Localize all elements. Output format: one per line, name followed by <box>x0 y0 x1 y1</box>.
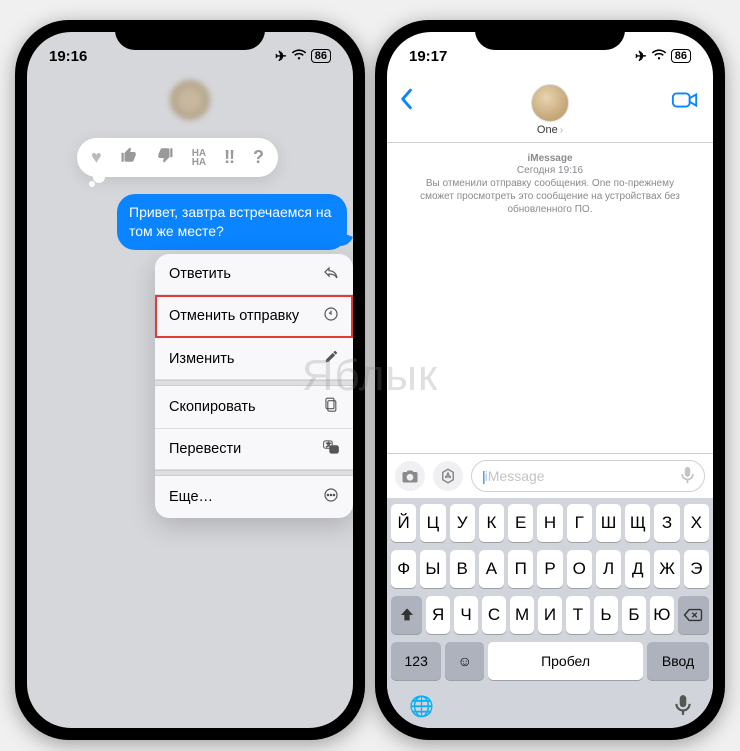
svg-text:文: 文 <box>326 441 331 448</box>
clock: 19:16 <box>49 48 87 65</box>
key-Д[interactable]: Д <box>625 550 650 588</box>
key-backspace[interactable] <box>678 596 709 634</box>
key-Р[interactable]: Р <box>537 550 562 588</box>
menu-copy[interactable]: Скопировать <box>155 386 353 429</box>
system-label: iMessage <box>411 153 689 164</box>
wifi-icon <box>291 48 307 64</box>
clock: 19:17 <box>409 48 447 65</box>
key-С[interactable]: С <box>482 596 506 634</box>
menu-reply[interactable]: Ответить <box>155 254 353 295</box>
message-input-bar: | iMessage <box>387 453 713 498</box>
key-Ь[interactable]: Ь <box>594 596 618 634</box>
key-Т[interactable]: Т <box>566 596 590 634</box>
key-Б[interactable]: Б <box>622 596 646 634</box>
chevron-right-icon: › <box>560 125 563 136</box>
menu-undo-send[interactable]: Отменить отправку <box>155 295 353 338</box>
key-123[interactable]: 123 <box>391 642 441 680</box>
airplane-icon: ✈︎ <box>275 48 287 65</box>
key-К[interactable]: К <box>479 504 504 542</box>
tapback-thumbsdown-icon[interactable] <box>156 146 174 169</box>
key-О[interactable]: О <box>567 550 592 588</box>
notch <box>475 20 625 50</box>
tapback-haha-icon[interactable]: HAHA <box>192 149 206 167</box>
tapback-thumbsup-icon[interactable] <box>120 146 138 169</box>
tapback-exclaim-icon[interactable]: ‼︎ <box>224 147 235 168</box>
airplane-icon: ✈︎ <box>635 48 647 65</box>
key-У[interactable]: У <box>450 504 475 542</box>
conversation-header: One › <box>387 80 713 143</box>
key-Щ[interactable]: Щ <box>625 504 650 542</box>
more-icon <box>323 487 339 507</box>
key-space[interactable]: Пробел <box>488 642 643 680</box>
key-shift[interactable] <box>391 596 422 634</box>
key-Л[interactable]: Л <box>596 550 621 588</box>
wifi-icon <box>651 48 667 64</box>
key-З[interactable]: З <box>654 504 679 542</box>
keyboard: ЙЦУКЕНГШЩЗХ ФЫВАПРОЛДЖЭ ЯЧСМИТЬБЮ 123 ☺ … <box>387 498 713 728</box>
tapback-question-icon[interactable]: ? <box>253 147 264 168</box>
tapback-bar: ♥ HAHA ‼︎ ? <box>77 138 278 177</box>
key-В[interactable]: В <box>450 550 475 588</box>
back-button[interactable] <box>399 88 413 117</box>
key-Й[interactable]: Й <box>391 504 416 542</box>
system-unsend-notice: Вы отменили отправку сообщения. One по-п… <box>411 177 689 216</box>
key-dictation[interactable] <box>675 694 691 722</box>
key-Ч[interactable]: Ч <box>454 596 478 634</box>
sent-message-bubble[interactable]: Привет, завтра встречаемся на том же мес… <box>117 194 347 250</box>
key-Ц[interactable]: Ц <box>420 504 445 542</box>
mic-icon[interactable] <box>681 466 694 487</box>
key-Х[interactable]: Х <box>684 504 709 542</box>
phone-left: 19:16 ✈︎ 86 ♥ <box>15 20 365 740</box>
key-Ж[interactable]: Ж <box>654 550 679 588</box>
key-А[interactable]: А <box>479 550 504 588</box>
reply-icon <box>323 265 339 283</box>
key-Е[interactable]: Е <box>508 504 533 542</box>
copy-icon <box>324 397 339 417</box>
message-thread[interactable]: iMessage Сегодня 19:16 Вы отменили отпра… <box>387 143 713 453</box>
message-text: Привет, завтра встречаемся на том же мес… <box>129 204 331 239</box>
facetime-button[interactable] <box>671 90 699 115</box>
key-Э[interactable]: Э <box>684 550 709 588</box>
contact-avatar-blurred <box>170 80 210 120</box>
tapback-heart-icon[interactable]: ♥ <box>91 147 102 168</box>
battery-indicator: 86 <box>671 49 691 63</box>
camera-button[interactable] <box>395 461 425 491</box>
key-Ю[interactable]: Ю <box>650 596 674 634</box>
key-Я[interactable]: Я <box>426 596 450 634</box>
system-timestamp: Сегодня 19:16 <box>411 165 689 176</box>
key-enter[interactable]: Ввод <box>647 642 709 680</box>
context-menu: Ответить Отменить отправку Изменить <box>155 254 353 518</box>
message-placeholder: iMessage <box>485 468 681 484</box>
notch <box>115 20 265 50</box>
message-input[interactable]: | iMessage <box>471 460 705 492</box>
key-Ш[interactable]: Ш <box>596 504 621 542</box>
battery-indicator: 86 <box>311 49 331 63</box>
key-Ф[interactable]: Ф <box>391 550 416 588</box>
key-Н[interactable]: Н <box>537 504 562 542</box>
key-М[interactable]: М <box>510 596 534 634</box>
menu-translate[interactable]: Перевести 文A <box>155 429 353 470</box>
key-emoji[interactable]: ☺ <box>445 642 484 680</box>
translate-icon: 文A <box>323 440 339 458</box>
menu-more[interactable]: Еще… <box>155 476 353 518</box>
appstore-button[interactable] <box>433 461 463 491</box>
undo-icon <box>323 306 339 326</box>
phone-right: 19:17 ✈︎ 86 <box>375 20 725 740</box>
menu-edit[interactable]: Изменить <box>155 338 353 380</box>
key-Ы[interactable]: Ы <box>420 550 445 588</box>
contact-avatar[interactable] <box>531 84 569 122</box>
key-Г[interactable]: Г <box>567 504 592 542</box>
key-И[interactable]: И <box>538 596 562 634</box>
key-П[interactable]: П <box>508 550 533 588</box>
key-globe[interactable]: 🌐 <box>409 694 434 722</box>
contact-name[interactable]: One › <box>537 124 563 136</box>
pencil-icon <box>324 349 339 368</box>
